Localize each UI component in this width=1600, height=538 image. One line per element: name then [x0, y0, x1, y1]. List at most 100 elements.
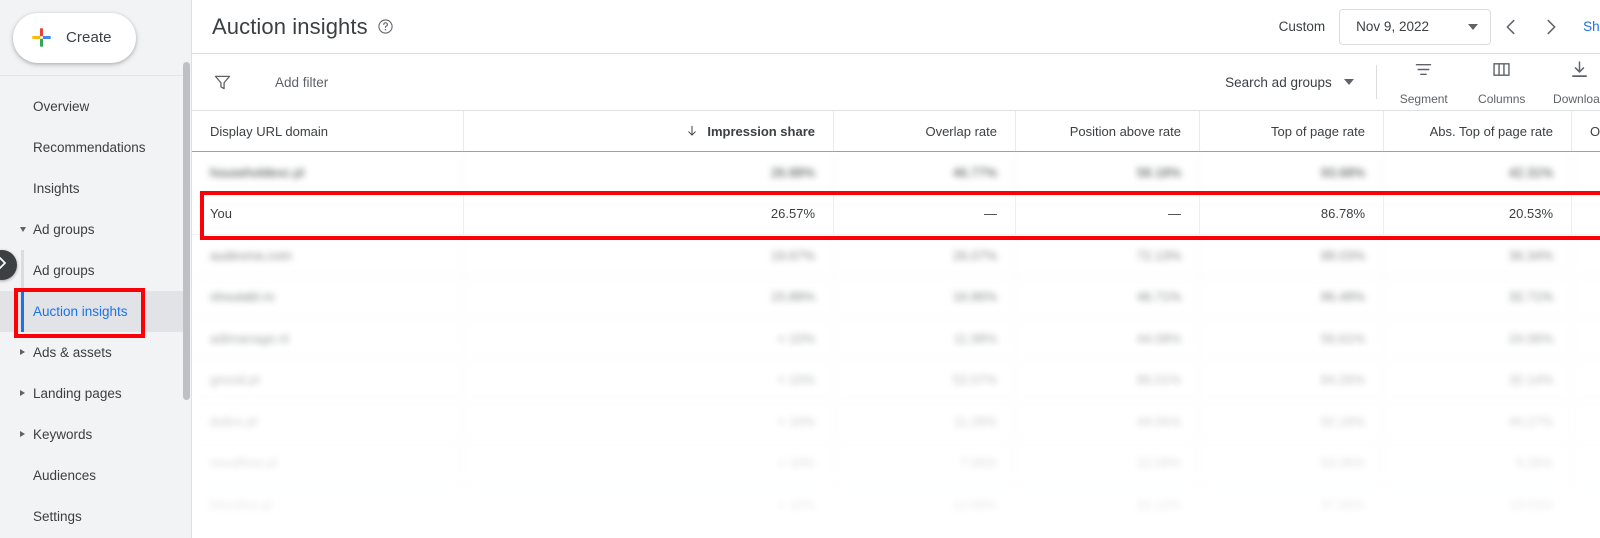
cell-value: < 10%	[777, 330, 815, 346]
cell-metric: 32.71%	[1384, 276, 1572, 317]
add-filter-button[interactable]: Add filter	[275, 75, 328, 90]
table-row[interactable]: audexma.com 19.67% 26.07% 72.13% 88.03% 36.34…	[192, 235, 1600, 277]
column-header-impression-share[interactable]: Impression share	[464, 111, 834, 151]
main-content: Auction insights Custom Nov 9, 2022 Sh A…	[192, 0, 1600, 538]
cell-value: 7.66%	[960, 455, 997, 471]
sidebar-item-recommendations[interactable]: Recommendations	[0, 127, 191, 168]
cell-metric: 20.53%	[1384, 193, 1572, 234]
chevron-right-icon	[20, 349, 25, 355]
sidebar-item-ads-assets[interactable]: Ads & assets	[0, 332, 191, 373]
cell-value: 46.71%	[1136, 289, 1181, 305]
cell-metric: 24.06%	[1384, 318, 1572, 359]
create-button-label: Create	[66, 29, 112, 46]
cell-value: 88.03%	[1320, 247, 1365, 263]
cell-metric: 16.86%	[834, 276, 1016, 317]
date-range-select[interactable]: Nov 9, 2022	[1339, 8, 1492, 45]
column-header-label: Position above rate	[1069, 123, 1181, 139]
cell-value: 58.18%	[1136, 164, 1181, 180]
sidebar-item-keywords[interactable]: Keywords	[0, 414, 191, 455]
cell-metric: < 10%	[464, 359, 834, 400]
cell-value: < 10%	[777, 496, 815, 512]
sidebar-item-label: Auction insights	[33, 304, 128, 319]
column-header-outranking-share[interactable]: Outranking share	[1572, 111, 1600, 151]
column-header-label: Top of page rate	[1271, 123, 1365, 139]
sidebar-item-insights[interactable]: Insights	[0, 168, 191, 209]
cell-metric: 22.06%	[1572, 318, 1600, 359]
next-period-button[interactable]	[1531, 7, 1571, 47]
column-header-overlap-rate[interactable]: Overlap rate	[834, 111, 1016, 151]
sidebar-item-ad-groups[interactable]: Ad groups	[0, 250, 191, 291]
cell-metric: 7.66%	[834, 442, 1016, 483]
google-plus-icon	[31, 27, 52, 48]
cell-value: 92.18%	[1320, 413, 1365, 429]
column-header-label: Display URL domain	[210, 123, 329, 139]
sidebar-item-settings[interactable]: Settings	[0, 496, 191, 537]
segment-icon	[1413, 59, 1434, 85]
cell-metric: 92.18%	[1200, 401, 1384, 442]
sidebar-item-audiences[interactable]: Audiences	[0, 455, 191, 496]
cell-display-url-domain: grozal.pl	[192, 359, 464, 400]
chevron-right-icon	[0, 254, 11, 277]
sidebar-item-auction-insights[interactable]: Auction insights	[0, 291, 192, 332]
table-row[interactable]: adtmanage.nl < 10% 11.98% 44.08% 56.61% 24.06…	[192, 318, 1600, 360]
cell-metric: —	[1572, 194, 1600, 235]
cell-metric: 86.01%	[1016, 359, 1200, 400]
columns-button[interactable]: Columns	[1463, 57, 1541, 107]
cell-value: 84.26%	[1320, 372, 1365, 388]
cell-value: < 10%	[777, 372, 815, 388]
chevron-right-icon	[20, 431, 25, 437]
segment-button[interactable]: Segment	[1385, 57, 1463, 107]
column-header-position-above-rate[interactable]: Position above rate	[1016, 111, 1200, 151]
cell-metric: 16.26%	[1572, 152, 1600, 193]
cell-value: 42.31%	[1508, 164, 1553, 180]
cell-value: 86.78%	[1320, 206, 1365, 222]
sidebar-scrollbar-thumb[interactable]	[183, 62, 190, 400]
table-row[interactable]: bbrodne.pl < 10% 12.68% 32.13% 37.86% 19.53% 2…	[192, 484, 1600, 526]
chevron-down-icon	[20, 227, 26, 232]
table-row[interactable]: novafloor.pl < 10% 7.66% 22.08% 93.06% 9.26% 3…	[192, 442, 1600, 484]
table-header-row: Display URL domain Impression share Overla…	[192, 111, 1600, 152]
sidebar-scrollbar-track[interactable]	[183, 0, 191, 538]
cell-metric: 93.06%	[1200, 442, 1384, 483]
table-row[interactable]: dobro.pl < 10% 11.28% 49.06% 92.18% 40.27% 21.…	[192, 401, 1600, 443]
cell-value: 26.07%	[952, 247, 997, 263]
cell-display-url-domain: You	[192, 193, 464, 234]
create-button[interactable]: Create	[13, 12, 136, 63]
cell-metric: 44.08%	[1016, 318, 1200, 359]
column-header-top-of-page-rate[interactable]: Top of page rate	[1200, 111, 1384, 151]
sidebar-item-overview[interactable]: Overview	[0, 86, 191, 127]
cell-value: 46.77%	[952, 164, 997, 180]
column-header-abs-top-of-page-rate[interactable]: Abs. Top of page rate	[1384, 111, 1572, 151]
cell-value: dobro.pl	[210, 413, 257, 429]
table-row[interactable]: grozal.pl < 10% 52.07% 86.01% 84.26% 32.14% 20…	[192, 359, 1600, 401]
cell-metric: 37.86%	[1200, 484, 1384, 525]
cell-metric: 58.18%	[1016, 152, 1200, 193]
table-row[interactable]: householdexc.pl 26.88% 46.77% 58.18% 93.68% 4…	[192, 152, 1600, 194]
cell-value: 44.08%	[1136, 330, 1181, 346]
cell-value: 49.06%	[1136, 413, 1181, 429]
previous-period-button[interactable]	[1491, 7, 1531, 47]
chevron-down-icon	[1343, 79, 1354, 85]
cell-value: 93.68%	[1320, 164, 1365, 180]
cell-metric: 46.71%	[1016, 276, 1200, 317]
search-ad-groups-dropdown[interactable]: Search ad groups	[1225, 75, 1376, 90]
cell-metric: 11.98%	[834, 318, 1016, 359]
cell-metric: 24.98%	[1572, 484, 1600, 525]
help-circle-icon[interactable]	[377, 18, 394, 35]
cell-metric: 40.27%	[1384, 401, 1572, 442]
download-button[interactable]: Download	[1541, 57, 1600, 107]
sidebar-item-landing-pages[interactable]: Landing pages	[0, 373, 191, 414]
cell-metric: 20.93%	[1572, 360, 1600, 401]
funnel-icon[interactable]	[212, 72, 250, 93]
cell-value: audexma.com	[210, 247, 292, 263]
cell-value: 26.88%	[770, 164, 815, 180]
cell-value: < 10%	[777, 455, 815, 471]
sidebar-item-ad-groups[interactable]: Ad groups	[0, 209, 191, 250]
table-row[interactable]: shoutabl.ro 15.88% 16.86% 46.71% 86.48% 32.71…	[192, 276, 1600, 318]
download-icon	[1569, 59, 1590, 85]
cell-value: < 10%	[777, 413, 815, 429]
show-last-30-days-link[interactable]: Show last 30 days	[1583, 19, 1600, 34]
sidebar-nav-list: Overview Recommendations Insights Ad groups…	[0, 76, 192, 537]
column-header-display-url-domain[interactable]: Display URL domain	[192, 111, 464, 151]
table-row-you[interactable]: You 26.57% — — 86.78% 20.53% —	[192, 193, 1600, 235]
